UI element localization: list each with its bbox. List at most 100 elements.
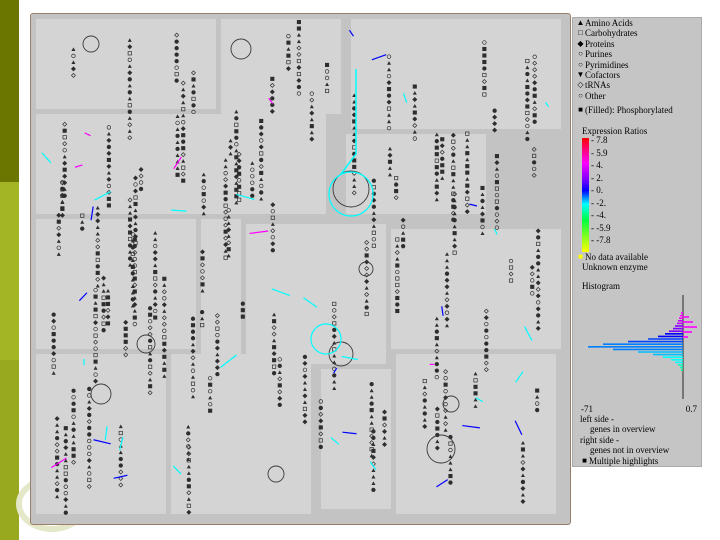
node bbox=[352, 158, 357, 163]
ratio-tick: - -7.8 bbox=[591, 235, 611, 246]
node bbox=[371, 448, 376, 453]
node bbox=[451, 217, 456, 222]
node bbox=[387, 159, 393, 164]
node bbox=[123, 326, 128, 331]
node bbox=[532, 93, 537, 98]
node bbox=[162, 354, 167, 359]
node bbox=[482, 46, 487, 52]
legend-item: ○ Pyrimidines bbox=[573, 60, 701, 70]
node bbox=[525, 136, 530, 142]
color-gradient-bar bbox=[582, 138, 589, 253]
node bbox=[234, 168, 239, 173]
node bbox=[234, 187, 239, 192]
cofactor-icon: ▼ bbox=[576, 70, 585, 80]
node bbox=[87, 412, 92, 418]
node bbox=[132, 315, 137, 320]
node bbox=[277, 383, 282, 388]
node bbox=[80, 226, 85, 231]
node bbox=[181, 139, 186, 144]
ratio-tick: - 0. bbox=[591, 185, 603, 196]
node bbox=[531, 146, 537, 152]
node bbox=[62, 167, 67, 172]
histogram bbox=[573, 295, 701, 401]
node bbox=[296, 84, 302, 90]
node bbox=[270, 96, 275, 101]
node bbox=[369, 401, 374, 406]
left-side-detail: genes in overview bbox=[590, 424, 656, 435]
node bbox=[525, 130, 530, 135]
node bbox=[234, 116, 239, 121]
node bbox=[101, 308, 106, 313]
histogram-notes: left side - genes in overview right side… bbox=[580, 414, 669, 466]
node bbox=[318, 444, 323, 450]
node bbox=[215, 371, 220, 377]
node bbox=[484, 354, 489, 359]
node bbox=[128, 217, 133, 222]
node bbox=[223, 197, 228, 202]
node bbox=[272, 358, 277, 363]
node bbox=[87, 386, 92, 392]
node bbox=[286, 53, 291, 58]
node bbox=[440, 169, 445, 174]
node bbox=[371, 429, 376, 434]
node bbox=[371, 204, 377, 209]
node bbox=[443, 382, 448, 387]
node bbox=[147, 306, 153, 311]
node bbox=[371, 178, 377, 183]
pathway-panel bbox=[346, 134, 486, 214]
node bbox=[484, 347, 489, 353]
legend-item: ○ Other bbox=[573, 91, 701, 101]
legend-item: ○ Purines bbox=[573, 49, 701, 59]
node bbox=[535, 388, 540, 393]
legend-category-list: ▲ Amino Acids □ Carbohydrates ◆ Proteins ○ P… bbox=[573, 18, 701, 101]
multiple-highlight-icon: ■ bbox=[582, 455, 587, 465]
node bbox=[71, 453, 76, 458]
node bbox=[371, 217, 377, 223]
node bbox=[480, 224, 485, 230]
node bbox=[259, 118, 264, 124]
node bbox=[259, 190, 264, 195]
node bbox=[451, 152, 456, 157]
no-data-label: No data available bbox=[585, 252, 648, 263]
node bbox=[63, 439, 68, 444]
node bbox=[412, 84, 417, 89]
slide-side-bar bbox=[0, 0, 19, 540]
node bbox=[237, 171, 242, 176]
node bbox=[208, 382, 213, 387]
node bbox=[395, 263, 400, 268]
node bbox=[400, 244, 406, 249]
pathway-overview-diagram[interactable] bbox=[30, 13, 571, 525]
node bbox=[369, 408, 374, 413]
pyrimidine-icon: ○ bbox=[578, 59, 583, 69]
legend-item-label: Amino Acids bbox=[585, 18, 633, 28]
node bbox=[525, 91, 530, 96]
node bbox=[226, 247, 231, 252]
node bbox=[148, 312, 153, 317]
node bbox=[133, 214, 139, 220]
node bbox=[394, 189, 399, 194]
node bbox=[127, 90, 132, 95]
node bbox=[386, 93, 392, 98]
node bbox=[465, 183, 470, 188]
node bbox=[51, 338, 56, 343]
node bbox=[191, 77, 196, 82]
node bbox=[494, 192, 500, 198]
node bbox=[259, 170, 264, 176]
node bbox=[482, 53, 487, 58]
node bbox=[400, 217, 406, 223]
node bbox=[200, 282, 205, 287]
node bbox=[494, 173, 500, 178]
node bbox=[422, 411, 427, 416]
node bbox=[324, 62, 330, 67]
slide-side-bar-middle bbox=[0, 182, 19, 360]
expression-ratio-scale: - 7.8- 5.9 - 4. - 2. - 0. - -2. - -4. - -5.9 - … bbox=[573, 135, 701, 253]
node bbox=[174, 39, 179, 44]
node bbox=[382, 416, 387, 421]
node bbox=[272, 319, 277, 324]
node bbox=[270, 76, 275, 81]
node bbox=[270, 248, 275, 253]
node bbox=[371, 435, 376, 441]
legend-item: □ Carbohydrates bbox=[573, 28, 701, 38]
node bbox=[434, 329, 439, 334]
node bbox=[190, 336, 196, 341]
